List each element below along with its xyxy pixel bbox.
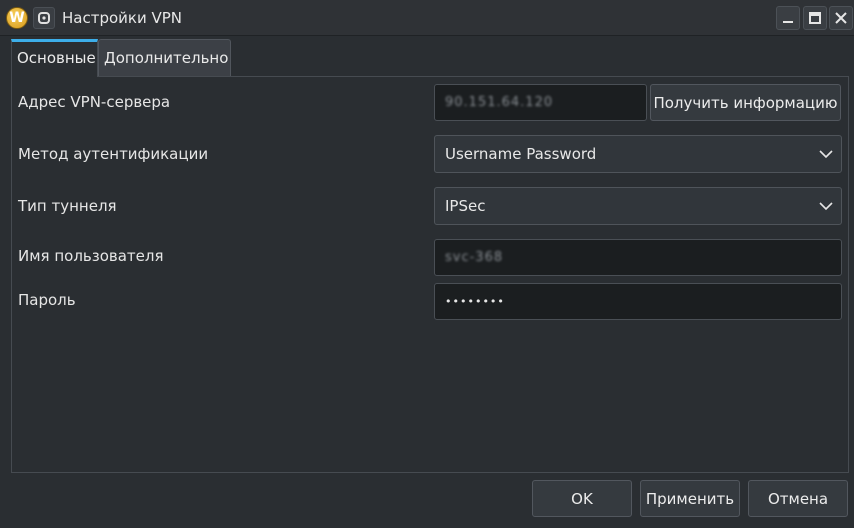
auth-method-label: Метод аутентификации <box>18 145 209 163</box>
tunnel-type-label: Тип туннеля <box>18 197 117 215</box>
auth-method-value: Username Password <box>445 145 597 163</box>
minimize-icon <box>783 21 793 23</box>
username-input[interactable]: svc-368 <box>434 239 842 276</box>
auth-method-select[interactable]: Username Password <box>434 135 842 173</box>
ok-button[interactable]: OK <box>532 480 632 517</box>
cancel-button[interactable]: Отмена <box>748 480 848 517</box>
minimize-button[interactable] <box>776 6 800 30</box>
window-title: Настройки VPN <box>62 9 183 27</box>
server-address-value: 90.151.64.120 <box>445 95 554 110</box>
username-label: Имя пользователя <box>18 247 164 265</box>
app-logo-icon: W <box>6 7 28 29</box>
tab-main[interactable]: Основные <box>11 39 98 77</box>
server-address-input[interactable]: 90.151.64.120 <box>434 84 647 121</box>
password-input[interactable]: •••••••• <box>434 283 842 320</box>
tunnel-type-value: IPSec <box>445 197 486 215</box>
close-button[interactable] <box>829 6 853 30</box>
keep-on-top-icon[interactable] <box>33 7 55 29</box>
apply-button[interactable]: Применить <box>640 480 740 517</box>
username-value: svc-368 <box>445 250 504 265</box>
tunnel-type-select[interactable]: IPSec <box>434 187 842 225</box>
server-address-label: Адрес VPN-сервера <box>18 93 171 111</box>
maximize-button[interactable] <box>803 6 827 30</box>
maximize-icon <box>809 12 821 24</box>
password-mask: •••••••• <box>445 295 505 308</box>
get-info-button[interactable]: Получить информацию <box>650 84 841 121</box>
title-bar: W Настройки VPN <box>0 0 854 36</box>
password-label: Пароль <box>18 291 76 309</box>
chevron-down-icon <box>819 150 833 159</box>
chevron-down-icon <box>819 202 833 211</box>
close-icon <box>835 12 847 24</box>
tab-extra[interactable]: Дополнительно <box>98 39 231 76</box>
